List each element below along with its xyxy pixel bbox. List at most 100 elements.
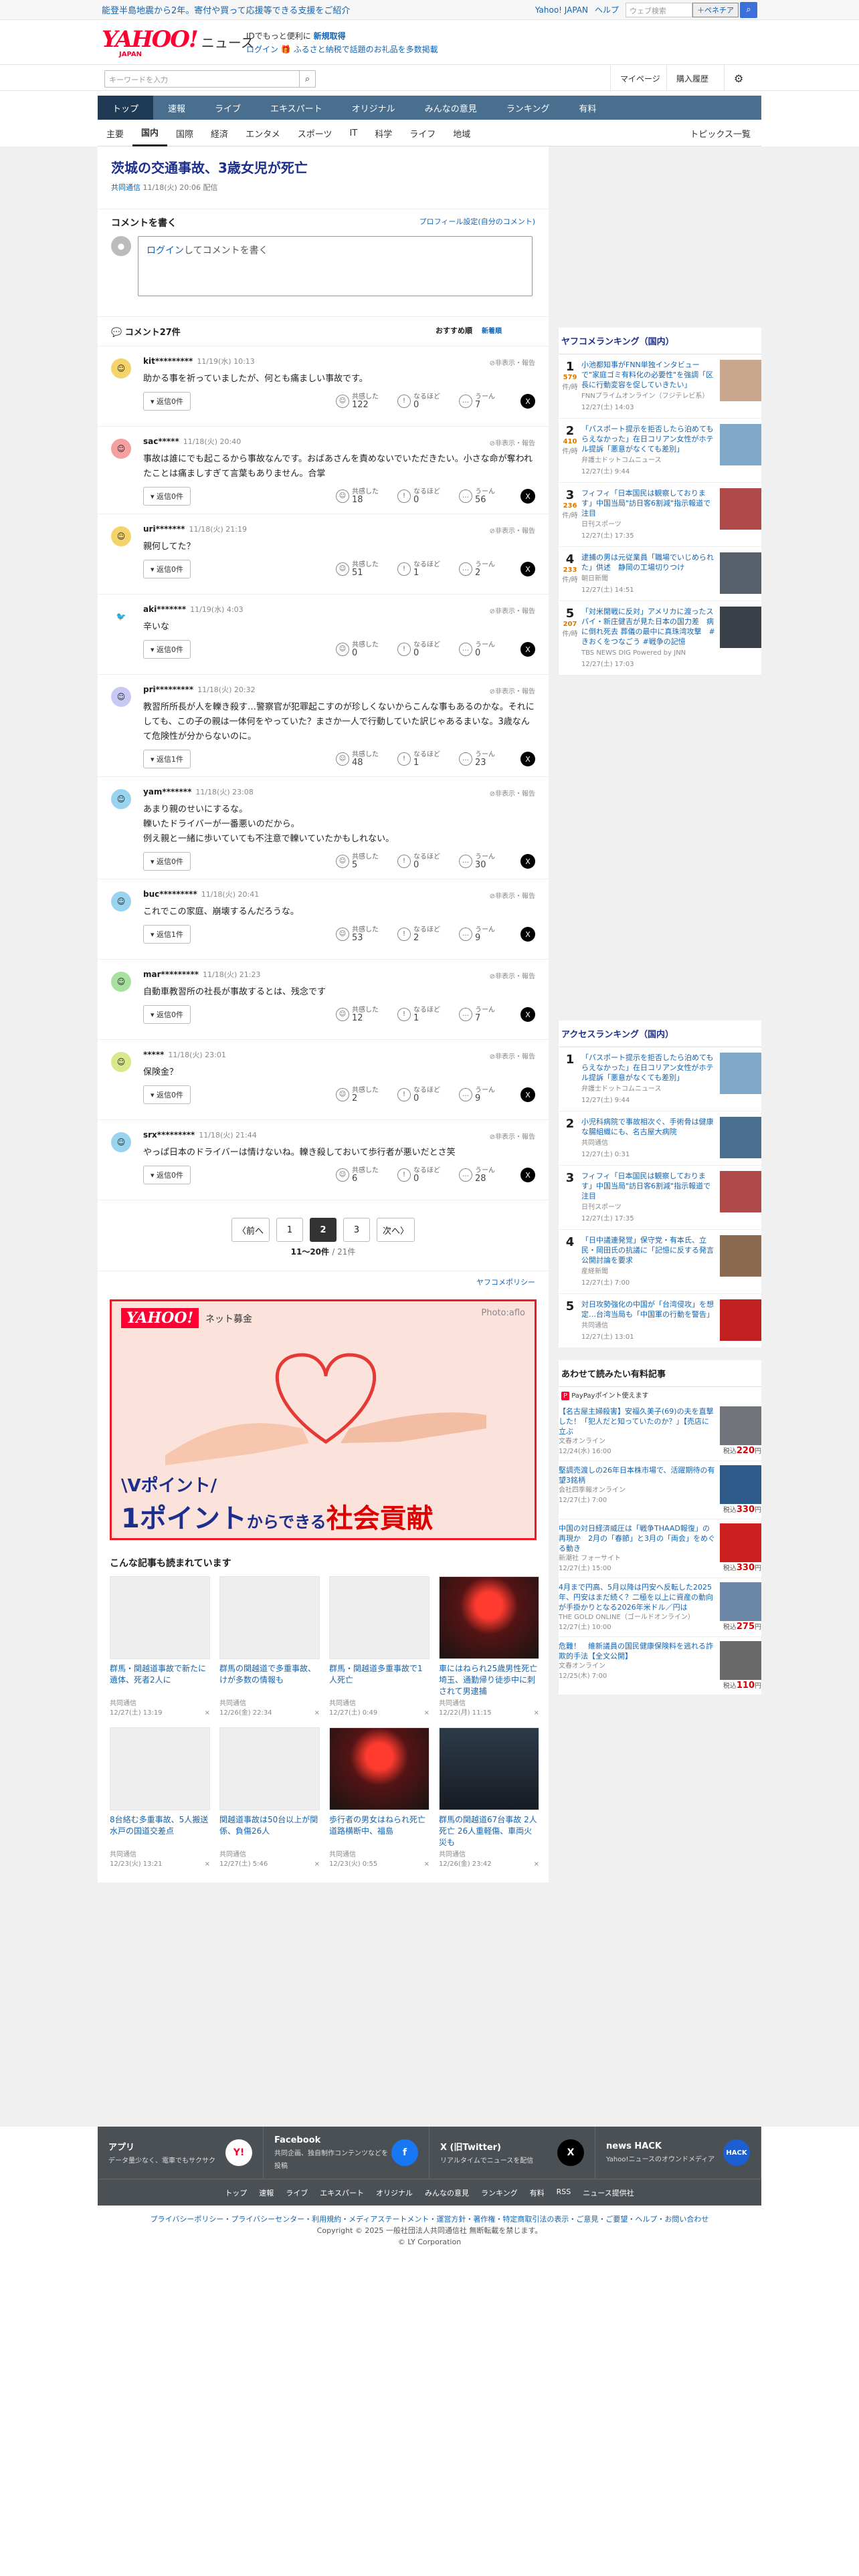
search-icon[interactable]: ⌕ xyxy=(299,71,315,87)
article-headline[interactable]: 群馬の関越道で多重事故、けが多数の情報も xyxy=(219,1663,320,1698)
reply-button[interactable]: ▾ 返信1件 xyxy=(143,925,191,944)
ranking-headline[interactable]: 小児科病院で事故相次ぐ、手術骨は健康な腸組織にも、名古屋大病院 xyxy=(581,1117,716,1137)
mypage-button[interactable]: マイページ xyxy=(610,65,670,92)
comment-author[interactable]: kit********* 11/19(水) 10:13 xyxy=(143,356,535,366)
comment-policy-link[interactable]: ヤフコメポリシー xyxy=(476,1278,535,1287)
purchase-history-button[interactable]: 購入履歴 xyxy=(666,65,718,92)
nav-expert[interactable]: エキスパート xyxy=(256,96,337,120)
cat-life[interactable]: ライフ xyxy=(401,120,444,146)
help-link[interactable]: ヘルプ xyxy=(595,4,619,15)
reply-button[interactable]: ▾ 返信0件 xyxy=(143,487,191,506)
x-share-icon[interactable]: X xyxy=(520,642,535,657)
ranking-headline[interactable]: 小池都知事がFNN単独インタビューで"家庭ゴミ有料化の必要性"を強調「区長に行動… xyxy=(581,360,716,390)
comment-author[interactable]: ***** 11/18(火) 23:01 xyxy=(143,1049,535,1060)
disaster-notice-link[interactable]: 能登半島地震から2年。寄付や買って応援等できる支援をご紹介 xyxy=(102,3,350,16)
article-headline[interactable]: 群馬の関越道67台事故 2人死亡 26人重軽傷、車両火災も xyxy=(439,1814,539,1849)
ranking-item[interactable]: 3 236 件/時 フィフィ「日本国民は観察しております」中国当局"訪日客6割減"指示… xyxy=(559,483,761,547)
ranking-headline[interactable]: 「日中議連発覚」保守党・有本氏、立民・岡田氏の抗議に「記憶に反する発言 公開討論… xyxy=(581,1235,721,1265)
article-headline[interactable]: 群馬・関越道多重事故で1人死亡 xyxy=(329,1663,430,1698)
legal-links[interactable]: プライバシーポリシー・プライバシーセンター・利用規約・メディアステートメント・運… xyxy=(0,2214,859,2225)
reply-button[interactable]: ▾ 返信0件 xyxy=(143,852,191,871)
report-link[interactable]: ⊘非表示・報告 xyxy=(490,605,535,615)
ranking-headline[interactable]: 「パスポート提示を拒否したら泊めてもらえなかった」在日コリアン女性がホテル提訴「… xyxy=(581,1053,716,1083)
reaction-insight-button[interactable]: ! なるほど 1 xyxy=(397,751,451,768)
report-link[interactable]: ⊘非表示・報告 xyxy=(490,1051,535,1061)
comment-author[interactable]: pri********* 11/18(火) 20:32 xyxy=(143,684,535,695)
ranking-item[interactable]: 4 「日中議連発覚」保守党・有本氏、立民・岡田氏の抗議に「記憶に反する発言 公開討… xyxy=(559,1230,761,1294)
footer-link[interactable]: 速報 xyxy=(259,2187,274,2198)
reaction-empathy-button[interactable]: ☺ 共感した 122 xyxy=(336,393,389,410)
paid-article-item[interactable]: 中国の対日経済威圧は「戦争THAAD報復」の再現か 2月の「春節」と3月の「両会… xyxy=(559,1519,761,1578)
reaction-insight-button[interactable]: ! なるほど 0 xyxy=(397,1167,451,1184)
related-article-card[interactable]: 歩行者の男女はねられ死亡 道路横断中、福島 共同通信 12/23(火) 0:55 × xyxy=(329,1727,430,1869)
report-link[interactable]: ⊘非表示・報告 xyxy=(490,890,535,900)
x-share-icon[interactable]: X xyxy=(520,489,535,504)
cat-economy[interactable]: 経済 xyxy=(202,120,237,146)
topics-list-link[interactable]: トピックス一覧 xyxy=(681,120,761,146)
article-headline[interactable]: 群馬・関越道事故で新たに遺体、死者2人に xyxy=(110,1663,210,1698)
x-share-icon[interactable]: X xyxy=(520,1007,535,1022)
nav-original[interactable]: オリジナル xyxy=(337,96,410,120)
close-icon[interactable]: × xyxy=(205,1860,210,1869)
report-link[interactable]: ⊘非表示・報告 xyxy=(490,357,535,367)
reply-button[interactable]: ▾ 返信0件 xyxy=(143,392,191,411)
article-title[interactable]: 茨城の交通事故、3歳女児が死亡 xyxy=(98,146,549,177)
comment-author[interactable]: yam******* 11/18(火) 23:08 xyxy=(143,786,535,797)
footer-app-link[interactable]: アプリ データ量少なく、電車でもサクサク Y! xyxy=(98,2127,264,2179)
reaction-insight-button[interactable]: ! なるほど 2 xyxy=(397,926,451,943)
x-share-icon[interactable]: X xyxy=(520,854,535,869)
related-article-card[interactable]: 群馬の関越道67台事故 2人死亡 26人重軽傷、車両火災も 共同通信 12/26(金… xyxy=(439,1727,539,1869)
reaction-empathy-button[interactable]: ☺ 共感した 2 xyxy=(336,1087,389,1103)
login-link[interactable]: ログイン xyxy=(246,45,278,54)
footer-app-link[interactable]: X (旧Twitter) リアルタイムでニュースを配信 X xyxy=(430,2127,595,2179)
ranking-item[interactable]: 3 フィフィ「日本国民は観察しております」中国当局"訪日客6割減"指示報道で注目日… xyxy=(559,1166,761,1230)
profile-settings-link[interactable]: プロフィール設定(自分のコメント) xyxy=(419,216,535,229)
reaction-insight-button[interactable]: ! なるほど 0 xyxy=(397,393,451,410)
reaction-hmm-button[interactable]: … うーん 0 xyxy=(459,641,512,658)
reaction-empathy-button[interactable]: ☺ 共感した 51 xyxy=(336,561,389,578)
ranking-headline[interactable]: 「パスポート提示を拒否したら泊めてもらえなかった」在日コリアン女性がホテル提訴「… xyxy=(581,424,716,454)
yahoo-japan-link[interactable]: Yahoo! JAPAN xyxy=(535,5,588,15)
related-article-card[interactable]: 車にはねられ25歳男性死亡 埼玉、通勤帰り徒歩中に刺されて男逮捕 共同通信 12/2… xyxy=(439,1576,539,1718)
related-article-card[interactable]: 関越道事故は50台以上が関係、負傷26人 共同通信 12/27(土) 5:46 × xyxy=(219,1727,320,1869)
comment-author[interactable]: sac***** 11/18(火) 20:40 xyxy=(143,436,535,447)
paid-article-headline[interactable]: 4月まで円高、5月以降は円安へ反転した2025年、円安はまだ続く？二極を以上に資… xyxy=(559,1582,716,1612)
footer-link[interactable]: ニュース提供社 xyxy=(583,2187,634,2198)
reaction-hmm-button[interactable]: … うーん 7 xyxy=(459,1006,512,1023)
comment-author[interactable]: uri******* 11/18(火) 21:19 xyxy=(143,524,535,534)
ranking-item[interactable]: 5 対日攻勢強化の中国が「台湾侵攻」を想定…台湾当局も「中国軍の行動を警告」 共同通… xyxy=(559,1294,761,1348)
report-link[interactable]: ⊘非表示・報告 xyxy=(490,437,535,447)
cat-local[interactable]: 地域 xyxy=(444,120,479,146)
ranking-headline[interactable]: フィフィ「日本国民は観察しております」中国当局"訪日客6割減"指示報道で注目 xyxy=(581,488,716,518)
cat-it[interactable]: IT xyxy=(341,120,366,146)
x-share-icon[interactable]: X xyxy=(520,927,535,942)
reaction-hmm-button[interactable]: … うーん 28 xyxy=(459,1167,512,1184)
gear-icon[interactable]: ⚙ xyxy=(724,65,753,92)
reaction-insight-button[interactable]: ! なるほど 0 xyxy=(397,1087,451,1103)
related-article-card[interactable]: 群馬の関越道で多重事故、けが多数の情報も 共同通信 12/26(金) 22:34 × xyxy=(219,1576,320,1718)
page-2-button[interactable]: 2 xyxy=(310,1218,337,1242)
footer-link[interactable]: トップ xyxy=(225,2187,247,2198)
x-share-icon[interactable]: X xyxy=(520,1168,535,1182)
report-link[interactable]: ⊘非表示・報告 xyxy=(490,788,535,798)
x-share-icon[interactable]: X xyxy=(520,562,535,576)
reaction-hmm-button[interactable]: … うーん 9 xyxy=(459,1087,512,1103)
paid-article-item[interactable]: 【名古屋主婦殺害】安福久美子(69)の夫を直撃した！「犯人だと知っていたのか？」… xyxy=(559,1402,761,1461)
comment-login-link[interactable]: ログイン xyxy=(147,245,184,256)
paid-article-item[interactable]: 危難！ 維新議員の国民健康保険料を逃れる詐欺的手法【全文公開】 文春オンライン 12… xyxy=(559,1637,761,1695)
close-icon[interactable]: × xyxy=(424,1860,430,1869)
ranking-item[interactable]: 5 207 件/時 「対米開戦に反対」アメリカに渡ったスパイ・新庄健吉が見た日本の国力… xyxy=(559,601,761,675)
page-1-button[interactable]: 1 xyxy=(276,1218,303,1242)
close-icon[interactable]: × xyxy=(314,1709,320,1718)
paid-article-item[interactable]: 堅調売渡しの26年日本株市場で、活躍期待の有望3銘柄 会社四季報オンライン 12/2… xyxy=(559,1461,761,1519)
register-link[interactable]: 新規取得 xyxy=(314,31,346,41)
ranking-item[interactable]: 1 579 件/時 小池都知事がFNN単独インタビューで"家庭ゴミ有料化の必要性"を強… xyxy=(559,354,761,419)
web-search-input[interactable]: ウェブ検索 xyxy=(626,2,692,17)
nav-live[interactable]: ライブ xyxy=(200,96,256,120)
reaction-empathy-button[interactable]: ☺ 共感した 6 xyxy=(336,1167,389,1184)
article-headline[interactable]: 関越道事故は50台以上が関係、負傷26人 xyxy=(219,1814,320,1849)
reaction-insight-button[interactable]: ! なるほど 1 xyxy=(397,561,451,578)
reaction-hmm-button[interactable]: … うーん 2 xyxy=(459,561,512,578)
reply-button[interactable]: ▾ 返信0件 xyxy=(143,1085,191,1104)
reply-button[interactable]: ▾ 返信0件 xyxy=(143,1005,191,1024)
